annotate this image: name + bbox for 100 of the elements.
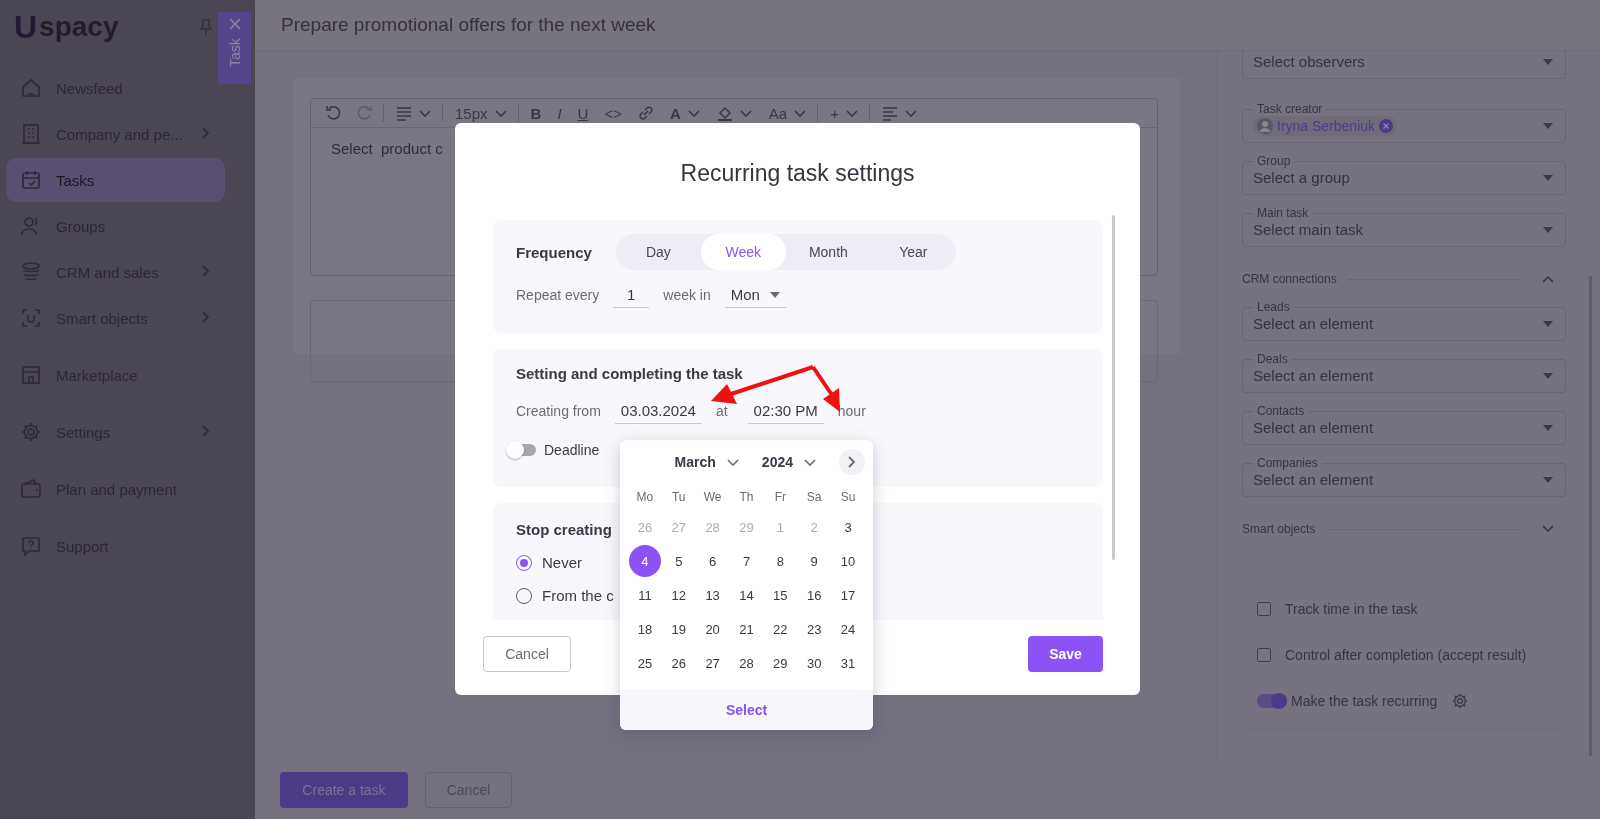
checkbox[interactable] xyxy=(1257,648,1271,662)
toolbar-button[interactable]: U xyxy=(569,101,597,125)
calendar-day[interactable]: 27 xyxy=(695,646,730,680)
frequency-tab[interactable]: Day xyxy=(615,234,701,270)
calendar-day[interactable]: 12 xyxy=(661,578,696,612)
checkbox[interactable] xyxy=(1257,602,1271,616)
caret-down-icon xyxy=(1543,58,1553,65)
calendar-day[interactable]: 22 xyxy=(763,612,798,646)
date-field[interactable]: 03.03.2024 xyxy=(614,398,702,424)
select-field[interactable]: Leads Select an element xyxy=(1242,301,1566,341)
time-field[interactable]: 02:30 PM xyxy=(747,398,824,424)
calendar-day[interactable]: 17 xyxy=(831,578,865,612)
toolbar-button[interactable]: 15px xyxy=(447,104,519,122)
settings-icon[interactable] xyxy=(1451,692,1470,710)
calendar-day[interactable]: 21 xyxy=(729,612,764,646)
sidebar-item[interactable]: Tasks xyxy=(6,158,225,202)
calendar-day[interactable]: 18 xyxy=(628,612,662,646)
calendar-day[interactable]: 11 xyxy=(628,578,662,612)
help-icon xyxy=(20,535,42,557)
calendar-day[interactable]: 15 xyxy=(763,578,798,612)
calendar-day[interactable]: 8 xyxy=(763,544,798,578)
store-icon xyxy=(20,364,42,386)
save-button[interactable]: Save xyxy=(1028,636,1103,672)
select-field[interactable]: Companies Select an element xyxy=(1242,457,1566,497)
calendar-day[interactable]: 16 xyxy=(797,578,832,612)
calendar-day[interactable]: 29 xyxy=(729,510,764,544)
toolbar-button[interactable]: + xyxy=(822,104,870,122)
calendar-day[interactable]: 29 xyxy=(763,646,798,680)
remove-icon[interactable] xyxy=(1379,118,1394,133)
toggle-label: Make the task recurring xyxy=(1291,693,1438,709)
toggle-switch[interactable] xyxy=(508,444,536,456)
calendar-day[interactable]: 10 xyxy=(831,544,865,578)
radio-label: From the c xyxy=(542,587,614,604)
select-button[interactable]: Select xyxy=(719,701,774,719)
calendar-day[interactable]: 26 xyxy=(628,510,662,544)
calendar-day[interactable]: 28 xyxy=(695,510,730,544)
calendar-day[interactable]: 19 xyxy=(661,612,696,646)
frequency-label: Frequency xyxy=(516,243,592,261)
select-field[interactable]: Contacts Select an element xyxy=(1242,405,1566,445)
calendar-day[interactable]: 2 xyxy=(797,510,832,544)
calendar-day[interactable]: 6 xyxy=(695,544,730,578)
text-input[interactable]: Select observers xyxy=(1253,53,1513,70)
chevron-right-icon xyxy=(201,423,211,438)
text-input[interactable]: Select an element xyxy=(1253,471,1513,488)
calendar-day[interactable]: 27 xyxy=(661,510,696,544)
caret-down-icon xyxy=(1543,226,1553,233)
select-field[interactable]: Main task Select main task xyxy=(1242,207,1566,247)
section-toggle[interactable]: Smart objects xyxy=(1242,519,1566,539)
section-title: Setting and completing the task xyxy=(516,365,743,382)
chevron-down-icon xyxy=(493,108,508,118)
select-field[interactable]: Select observers xyxy=(1242,51,1566,79)
calendar-day[interactable]: 1 xyxy=(763,510,798,544)
pin-icon[interactable] xyxy=(199,19,213,35)
field-label: Deals xyxy=(1256,353,1289,365)
calendar-day[interactable]: 3 xyxy=(831,510,865,544)
select-field[interactable]: Deals Select an element xyxy=(1242,353,1566,393)
calendar-day[interactable]: 24 xyxy=(831,612,865,646)
task-tab[interactable]: Task xyxy=(218,12,251,84)
toolbar-button[interactable]: B xyxy=(522,101,550,125)
calendar-day[interactable]: 23 xyxy=(797,612,832,646)
calendar-day[interactable]: 30 xyxy=(797,646,832,680)
toolbar-button[interactable]: Aa xyxy=(760,104,819,122)
toggle-label: Deadline xyxy=(544,442,600,458)
weekday-label: Mo xyxy=(635,489,655,506)
toolbar-button[interactable]: A xyxy=(661,101,709,125)
text-input[interactable]: Select an element xyxy=(1253,315,1513,332)
field-label: Task creator xyxy=(1256,103,1324,115)
text-input[interactable]: Select an element xyxy=(1253,419,1513,436)
cancel-button[interactable]: Cancel xyxy=(483,636,571,672)
weekday-label: Su xyxy=(839,489,857,506)
calendar-day[interactable]: 20 xyxy=(695,612,730,646)
calendar-day[interactable]: 28 xyxy=(729,646,764,680)
calendar-day[interactable]: 14 xyxy=(729,578,764,612)
text-input[interactable]: Select main task xyxy=(1253,221,1513,238)
month-dropdown[interactable]: March xyxy=(668,453,746,471)
toolbar-button[interactable]: I xyxy=(549,101,570,125)
calendar-day[interactable]: 4 xyxy=(628,544,662,578)
select-field[interactable]: Group Select a group xyxy=(1242,155,1566,195)
editor-text[interactable]: Select product c xyxy=(331,140,443,157)
text-input[interactable]: Select a group xyxy=(1253,169,1513,186)
number-field[interactable]: 1 xyxy=(613,282,650,308)
next-month-button[interactable] xyxy=(839,449,865,475)
section-toggle[interactable]: CRM connections xyxy=(1242,269,1566,289)
text-input[interactable]: Select an element xyxy=(1253,367,1513,384)
calendar-day[interactable]: 5 xyxy=(661,544,696,578)
year-dropdown[interactable]: 2024 xyxy=(755,453,823,471)
toolbar-button[interactable]: <> xyxy=(596,101,630,125)
frequency-tab[interactable]: Week xyxy=(700,234,786,270)
calendar-day[interactable]: 31 xyxy=(831,646,865,680)
weekday-label: Sa xyxy=(805,489,823,506)
calendar-day[interactable]: 9 xyxy=(797,544,832,578)
toggle-switch[interactable] xyxy=(1257,694,1287,708)
calendar-day[interactable]: 26 xyxy=(661,646,696,680)
close-icon[interactable] xyxy=(228,18,241,30)
weekday-dropdown[interactable]: Mon xyxy=(724,282,786,308)
calendar-day[interactable]: 13 xyxy=(695,578,730,612)
calendar-day[interactable]: 7 xyxy=(729,544,764,578)
calendar-day[interactable]: 25 xyxy=(628,646,662,680)
frequency-tab[interactable]: Month xyxy=(785,234,871,270)
frequency-tab[interactable]: Year xyxy=(870,234,956,270)
